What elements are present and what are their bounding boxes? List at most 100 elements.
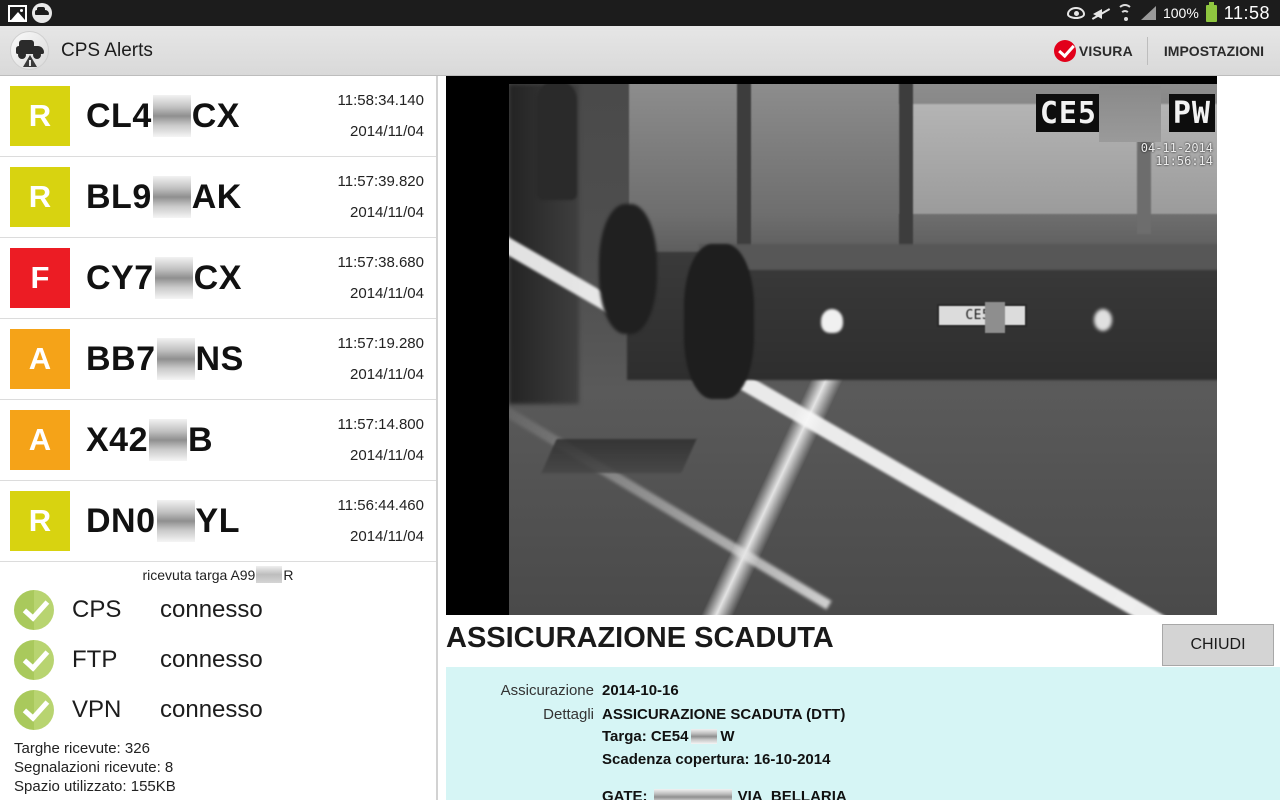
connection-state: connesso	[160, 596, 263, 623]
app-action-bar: CPS Alerts VISURA IMPOSTAZIONI	[0, 26, 1280, 76]
list-item: FTP connesso	[14, 635, 436, 685]
truck-chassis	[699, 244, 1217, 270]
table-row[interactable]: F CY7 CX 11:57:38.680 2014/11/04	[0, 238, 436, 319]
counter-line: Spazio utilizzato: 155KB	[14, 778, 176, 795]
green-check-icon	[14, 640, 54, 680]
overlay-plate-right: PW	[1168, 94, 1215, 132]
redaction-block	[256, 566, 283, 583]
counters-list: Targhe ricevute: 326 Segnalazioni ricevut…	[0, 735, 436, 796]
detail-targa-prefix: Targa: CE54	[602, 728, 689, 745]
pedestrian-figure	[537, 84, 577, 200]
table-row[interactable]: A X42 B 11:57:14.800 2014/11/04	[0, 400, 436, 481]
received-suffix: R	[283, 566, 294, 583]
overlay-plate-left: CE5	[1035, 94, 1101, 132]
plate-redaction-block	[154, 257, 193, 299]
image-notification-icon	[8, 4, 27, 22]
timestamp: 11:57:19.280 2014/11/04	[338, 319, 424, 399]
timestamp: 11:58:34.140 2014/11/04	[338, 76, 424, 156]
table-row[interactable]: R DN0 YL 11:56:44.460 2014/11/04	[0, 481, 436, 562]
timestamp: 11:56:44.460 2014/11/04	[338, 481, 424, 561]
connection-name: VPN	[72, 696, 122, 723]
plate-number: DN0 YL	[86, 500, 240, 542]
alert-time: 11:58:34.140	[337, 92, 424, 109]
alert-detail-body: Assicurazione 2014-10-16 Dettagli ASSICU…	[446, 667, 1280, 800]
tail-light	[821, 309, 843, 333]
plate-number: CY7 CX	[86, 257, 242, 299]
plate-number: BB7 NS	[86, 338, 244, 380]
sidebar-footer: ricevuta targa A99 R CPS connesso FTP conne…	[0, 562, 436, 800]
status-badge: R	[10, 86, 70, 146]
battery-icon	[1205, 1, 1217, 22]
plate-redaction-block	[152, 176, 191, 218]
timestamp: 11:57:39.820 2014/11/04	[338, 157, 424, 237]
alert-time: 11:57:14.800	[337, 416, 424, 433]
lane-marking-secondary	[509, 384, 832, 610]
timestamp: 11:57:14.800 2014/11/04	[338, 400, 424, 480]
green-check-icon	[14, 690, 54, 730]
close-button[interactable]: CHIUDI	[1162, 624, 1274, 666]
alert-list[interactable]: R CL4 CX 11:58:34.140 2014/11/04 R BL9 AK 11:57:…	[0, 76, 436, 562]
mute-icon	[1091, 6, 1111, 21]
status-bar-clock: 11:58	[1223, 2, 1270, 23]
alerts-sidebar: R CL4 CX 11:58:34.140 2014/11/04 R BL9 AK 11:57:…	[0, 76, 438, 800]
tail-light-secondary	[1094, 309, 1112, 331]
plate-suffix: B	[188, 420, 214, 459]
plate-redaction-block	[149, 419, 187, 461]
action-bar-actions: VISURA IMPOSTAZIONI	[1040, 26, 1280, 75]
plate-prefix: BB7	[86, 339, 156, 378]
status-badge: F	[10, 248, 70, 308]
counter-line: Segnalazioni ricevute: 8	[14, 759, 174, 776]
status-badge: A	[10, 329, 70, 389]
detail-line-scadenza: Scadenza copertura: 16-10-2014	[602, 751, 831, 768]
plate-suffix: NS	[195, 339, 244, 378]
connection-name: FTP	[72, 646, 118, 673]
field-label-assicurazione: Assicurazione	[500, 682, 594, 699]
detail-line-targa: Targa: CE54 W	[602, 728, 735, 745]
received-prefix: ricevuta targa A99	[142, 566, 256, 583]
alert-time: 11:57:39.820	[337, 173, 424, 190]
plate-prefix: CY7	[86, 258, 154, 297]
screen-root: 100% 11:58 CPS Alerts VISURA IMPOSTAZION…	[0, 0, 1280, 800]
gate-label: GATE:	[602, 788, 648, 800]
gate-line: GATE: VIA_BELLARIA	[602, 788, 847, 800]
alert-date: 2014/11/04	[350, 123, 424, 140]
camera-capture-viewer[interactable]: CE54 CE5 PW 04-11-2014 11:56:14	[446, 76, 1217, 615]
status-bar-notifications	[0, 3, 52, 23]
battery-percent: 100%	[1162, 5, 1199, 21]
connection-state: connesso	[160, 646, 263, 673]
table-row[interactable]: A BB7 NS 11:57:19.280 2014/11/04	[0, 319, 436, 400]
plate-redaction-block	[156, 500, 195, 542]
android-status-bar: 100% 11:58	[0, 0, 1280, 26]
car-notification-icon	[32, 3, 52, 23]
settings-button[interactable]: IMPOSTAZIONI	[1148, 26, 1280, 75]
visura-button[interactable]: VISURA	[1040, 26, 1147, 75]
truck-wheel-rear	[684, 244, 754, 399]
table-row[interactable]: R CL4 CX 11:58:34.140 2014/11/04	[0, 76, 436, 157]
plate-prefix: X42	[86, 420, 148, 459]
plate-suffix: YL	[195, 501, 240, 540]
overlay-timestamp: 04-11-2014 11:56:14	[1141, 142, 1213, 168]
table-row[interactable]: R BL9 AK 11:57:39.820 2014/11/04	[0, 157, 436, 238]
plate-number: CL4 CX	[86, 95, 240, 137]
signal-icon	[1140, 6, 1156, 20]
status-bar-system-icons: 100% 11:58	[1066, 1, 1280, 24]
alert-date: 2014/11/04	[350, 366, 424, 383]
gate-value: VIA_BELLARIA	[737, 788, 847, 800]
car-alert-icon	[10, 31, 49, 70]
truck-post-a	[737, 84, 751, 260]
status-badge: A	[10, 410, 70, 470]
alert-title: ASSICURAZIONE SCADUTA	[446, 622, 834, 654]
list-item: VPN connesso	[14, 685, 436, 735]
overlay-time: 11:56:14	[1155, 154, 1213, 168]
eye-icon	[1066, 6, 1085, 20]
counter-line: Targhe ricevute: 326	[14, 740, 150, 757]
status-badge: R	[10, 491, 70, 551]
connection-name: CPS	[72, 596, 122, 623]
truck-wheel-front	[599, 204, 657, 334]
page-title: CPS Alerts	[61, 39, 153, 61]
vehicle-license-plate: CE54	[937, 302, 1027, 333]
alert-date: 2014/11/04	[350, 285, 424, 302]
field-label-dettagli: Dettagli	[543, 706, 594, 723]
visura-check-logo	[1053, 39, 1076, 62]
plate-redaction-block	[985, 302, 1005, 333]
